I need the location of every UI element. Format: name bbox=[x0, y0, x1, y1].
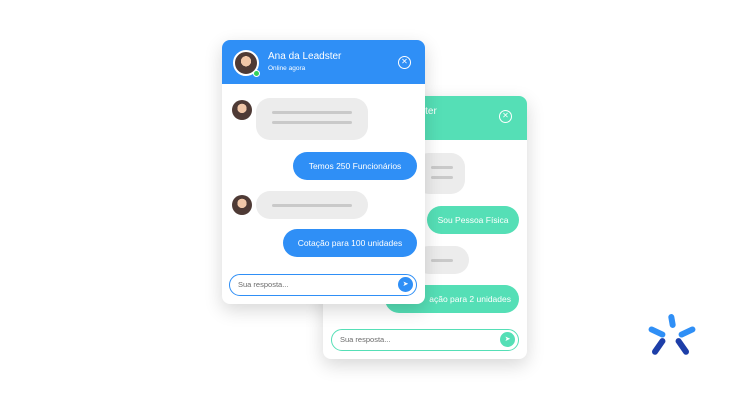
chat-header: Ana da Leadster Online agora ✕ bbox=[222, 40, 425, 84]
reply-input[interactable] bbox=[340, 333, 490, 346]
agent-status: Online agora bbox=[268, 65, 306, 72]
reply-field[interactable]: ➤ bbox=[229, 274, 417, 296]
user-message-bubble: Temos 250 Funcionários bbox=[293, 152, 417, 180]
user-message-text: Temos 250 Funcionários bbox=[308, 161, 402, 171]
close-icon[interactable]: ✕ bbox=[398, 56, 411, 69]
bot-avatar bbox=[232, 100, 252, 120]
reply-input[interactable] bbox=[238, 278, 388, 291]
leadster-logo bbox=[648, 314, 696, 355]
reply-field[interactable]: ➤ bbox=[331, 329, 519, 351]
user-message-bubble: Sou Pessoa Física bbox=[427, 206, 519, 234]
agent-name: Ana da Leadster bbox=[268, 51, 342, 62]
send-icon[interactable]: ➤ bbox=[398, 277, 413, 292]
user-message-text: Sou Pessoa Física bbox=[437, 215, 509, 225]
bot-message-bubble bbox=[256, 191, 368, 219]
user-message-bubble: Cotação para 100 unidades bbox=[283, 229, 417, 257]
user-message-text: ação para 2 unidades bbox=[429, 294, 511, 304]
close-icon[interactable]: ✕ bbox=[499, 110, 512, 123]
user-message-text: Cotação para 100 unidades bbox=[297, 238, 403, 248]
chat-widget-front: Ana da Leadster Online agora ✕ Temos 250… bbox=[222, 40, 425, 304]
send-icon[interactable]: ➤ bbox=[500, 332, 515, 347]
bot-message-bubble bbox=[256, 98, 368, 140]
bot-avatar bbox=[232, 195, 252, 215]
online-status-dot bbox=[253, 70, 260, 77]
